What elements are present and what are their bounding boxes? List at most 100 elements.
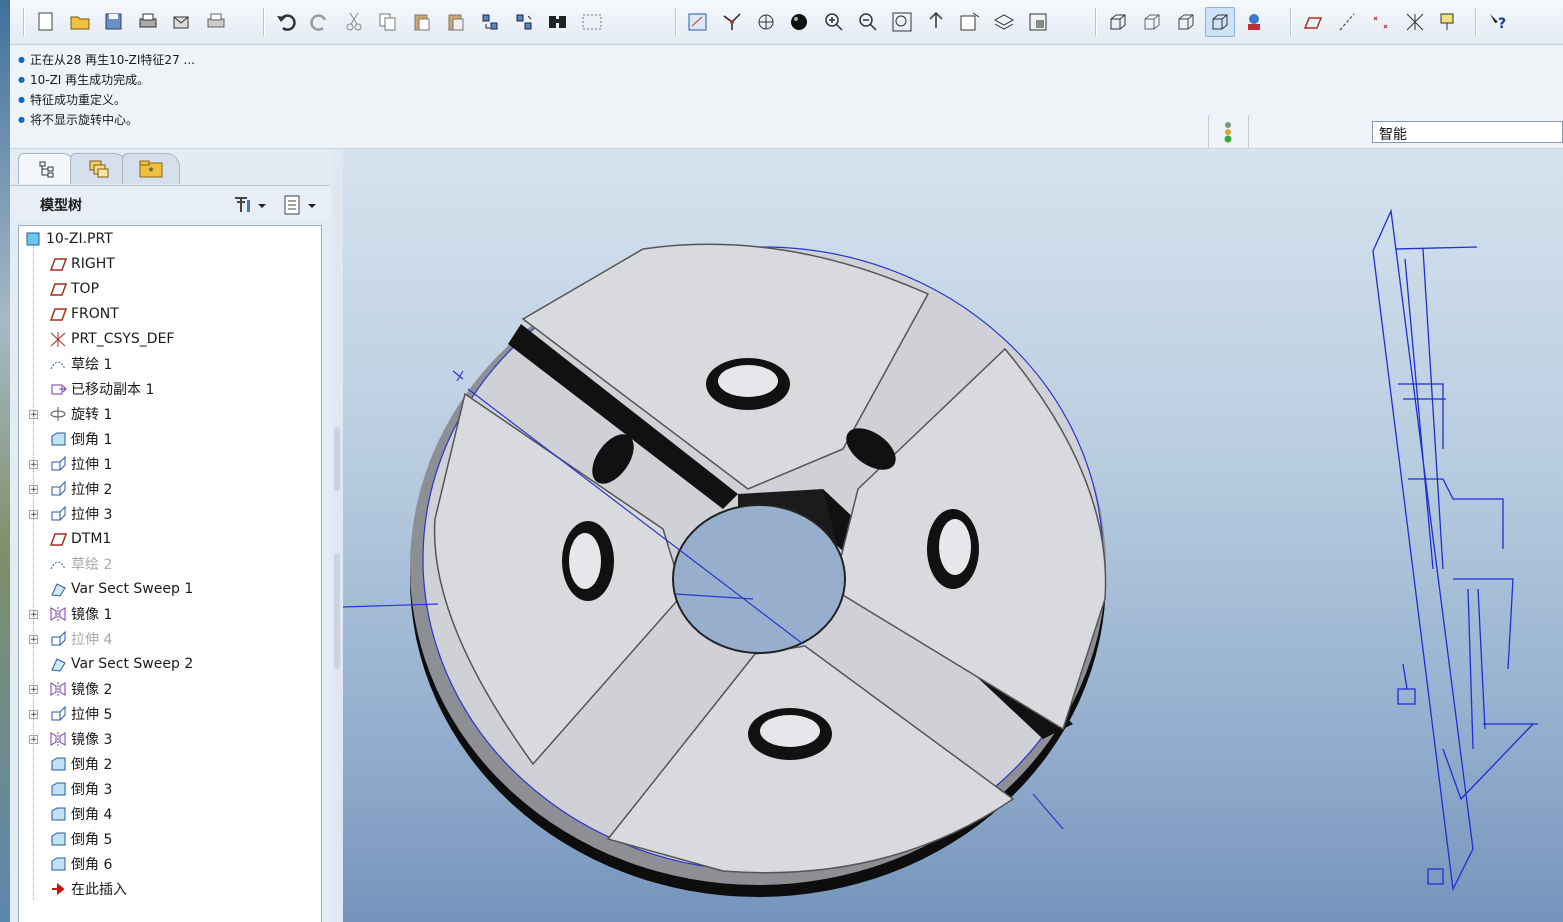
- tree-item-label: 倒角 6: [71, 857, 113, 873]
- tree-item[interactable]: TOP: [49, 277, 99, 301]
- tree-item-label: 拉伸 2: [71, 482, 113, 498]
- tree-item[interactable]: + 拉伸 1: [29, 452, 112, 476]
- expand-toggle-icon[interactable]: +: [29, 684, 38, 694]
- tree-item[interactable]: + 旋转 1: [29, 402, 112, 426]
- new-file-icon[interactable]: [31, 7, 61, 37]
- extrude-icon: [49, 630, 67, 648]
- view-manager-icon[interactable]: [1023, 7, 1053, 37]
- send-icon[interactable]: [167, 7, 197, 37]
- chamfer-icon: [49, 755, 67, 773]
- redo-icon[interactable]: [305, 7, 335, 37]
- layer-tree-tab-icon[interactable]: [70, 153, 128, 184]
- undo-icon[interactable]: [271, 7, 301, 37]
- tree-item[interactable]: 倒角 5: [49, 827, 112, 851]
- datum-plane-icon: [49, 530, 67, 548]
- csys-icon[interactable]: [1400, 7, 1430, 37]
- tree-item[interactable]: PRT_CSYS_DEF: [49, 327, 174, 351]
- model-tree-display-icon[interactable]: [1239, 7, 1269, 37]
- datum-point-icon[interactable]: [717, 7, 747, 37]
- shading-icon[interactable]: [1205, 7, 1235, 37]
- sketch-view-icon[interactable]: [683, 7, 713, 37]
- toolbar-group: [1285, 6, 1466, 38]
- mirror-icon: [49, 730, 67, 748]
- regenerate-manager-icon[interactable]: [509, 7, 539, 37]
- copy-icon[interactable]: [373, 7, 403, 37]
- no-hidden-icon[interactable]: [1171, 7, 1201, 37]
- context-help-icon[interactable]: ?: [1483, 7, 1513, 37]
- expand-toggle-icon[interactable]: +: [29, 609, 38, 619]
- regeneration-status-icon[interactable]: [1222, 121, 1234, 149]
- tree-item[interactable]: RIGHT: [49, 252, 115, 276]
- layers-icon[interactable]: [989, 7, 1019, 37]
- tree-item[interactable]: FRONT: [49, 302, 119, 326]
- tree-item[interactable]: 倒角 3: [49, 777, 112, 801]
- datum-points-icon[interactable]: [1366, 7, 1396, 37]
- tree-item[interactable]: 草绘 2: [49, 552, 112, 576]
- tree-show-icon[interactable]: [282, 194, 318, 220]
- tree-item[interactable]: 草绘 1: [49, 352, 112, 376]
- tree-item[interactable]: 在此插入: [49, 877, 127, 901]
- splitter-handle[interactable]: [334, 553, 340, 669]
- tree-item[interactable]: 已移动副本 1: [49, 377, 154, 401]
- appearance-ball-icon[interactable]: [785, 7, 815, 37]
- expand-toggle-icon[interactable]: +: [29, 409, 38, 419]
- tree-item[interactable]: Var Sect Sweep 2: [49, 652, 193, 676]
- selection-filter-select[interactable]: 智能: [1372, 121, 1563, 143]
- model-tree-tab-icon[interactable]: [18, 153, 76, 184]
- datum-plane-icon: [49, 280, 67, 298]
- expand-toggle-icon[interactable]: +: [29, 634, 38, 644]
- datum-axes-icon[interactable]: [1332, 7, 1362, 37]
- expand-toggle-icon[interactable]: +: [29, 709, 38, 719]
- tree-item[interactable]: 倒角 2: [49, 752, 112, 776]
- paste-special-icon[interactable]: [441, 7, 471, 37]
- spin-center-icon[interactable]: [751, 7, 781, 37]
- sketch-icon: [49, 555, 67, 573]
- find-icon[interactable]: [543, 7, 573, 37]
- tree-item[interactable]: DTM1: [49, 527, 111, 551]
- tree-item[interactable]: 倒角 6: [49, 852, 112, 876]
- save-icon[interactable]: [99, 7, 129, 37]
- cut-icon[interactable]: [339, 7, 369, 37]
- refit-icon[interactable]: [887, 7, 917, 37]
- tree-item[interactable]: + 镜像 3: [29, 727, 112, 751]
- tree-item[interactable]: 倒角 1: [49, 427, 112, 451]
- tree-item-label: PRT_CSYS_DEF: [71, 331, 175, 347]
- print-options-icon[interactable]: [201, 7, 231, 37]
- zoom-in-icon[interactable]: [819, 7, 849, 37]
- tree-item[interactable]: + 拉伸 5: [29, 702, 112, 726]
- chamfer-icon: [49, 780, 67, 798]
- open-folder-icon[interactable]: [65, 7, 95, 37]
- annotations-icon[interactable]: [1434, 7, 1464, 37]
- tree-item[interactable]: + 拉伸 4: [29, 627, 113, 651]
- tree-item[interactable]: 倒角 4: [49, 802, 112, 826]
- tree-item[interactable]: + 拉伸 2: [29, 477, 113, 501]
- tree-item[interactable]: + 拉伸 3: [29, 502, 112, 526]
- print-icon[interactable]: [133, 7, 163, 37]
- tree-item-label: 拉伸 4: [71, 632, 113, 648]
- regenerate-icon[interactable]: [475, 7, 505, 37]
- tree-item[interactable]: Var Sect Sweep 1: [49, 577, 193, 601]
- splitter-handle[interactable]: [334, 427, 340, 491]
- tree-settings-icon[interactable]: [232, 194, 268, 220]
- paste-icon[interactable]: [407, 7, 437, 37]
- expand-toggle-icon[interactable]: +: [29, 459, 38, 469]
- toolbar-separator: [1290, 8, 1291, 36]
- graphics-window[interactable]: [343, 149, 1563, 922]
- saved-views-icon[interactable]: [955, 7, 985, 37]
- select-box-icon[interactable]: [577, 7, 607, 37]
- expand-toggle-icon[interactable]: +: [29, 484, 38, 494]
- tree-item[interactable]: + 镜像 1: [29, 602, 112, 626]
- expand-toggle-icon[interactable]: +: [29, 734, 38, 744]
- datum-planes-icon[interactable]: [1298, 7, 1328, 37]
- hidden-line-icon[interactable]: [1137, 7, 1167, 37]
- wireframe-icon[interactable]: [1103, 7, 1133, 37]
- tree-item[interactable]: + 镜像 2: [29, 677, 112, 701]
- favorites-tab-icon[interactable]: *: [122, 153, 180, 184]
- panel-splitter[interactable]: [332, 149, 343, 922]
- orient-icon[interactable]: [921, 7, 951, 37]
- tree-item[interactable]: 10-ZI.PRT: [24, 227, 113, 251]
- expand-toggle-icon[interactable]: +: [29, 509, 38, 519]
- toolbar-group: [258, 6, 609, 38]
- tree-item-label: TOP: [71, 281, 100, 297]
- zoom-out-icon[interactable]: [853, 7, 883, 37]
